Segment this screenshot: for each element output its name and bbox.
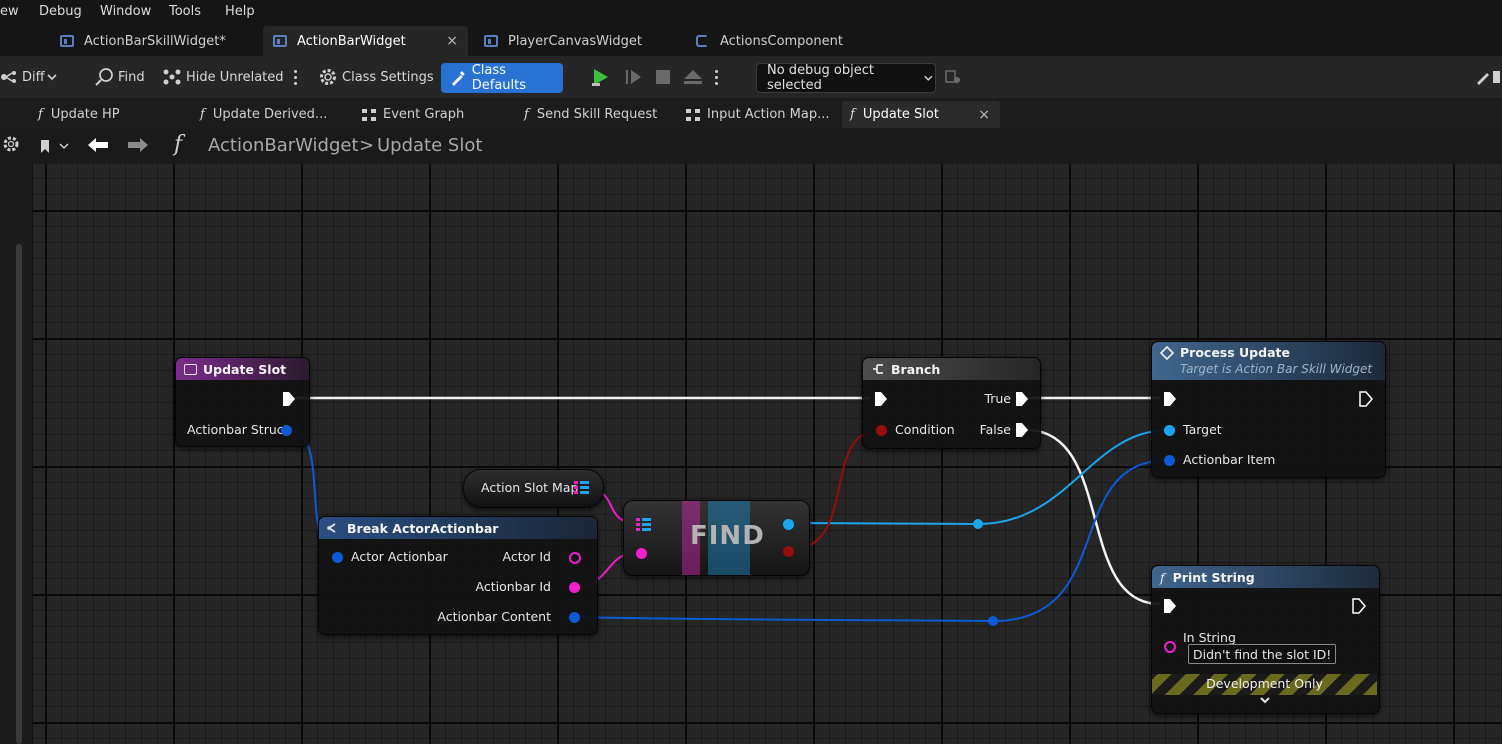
actionbar-item-in-pin[interactable] — [1164, 455, 1175, 466]
development-only-label: Development Only — [1206, 676, 1323, 691]
exec-wire — [1025, 428, 1161, 606]
key-in-pin[interactable] — [636, 548, 647, 559]
pin-label: Target — [1183, 422, 1222, 437]
in-string-pin[interactable] — [1164, 641, 1176, 653]
find-node[interactable]: FIND — [623, 500, 810, 576]
actor-id-out-pin[interactable] — [569, 552, 581, 564]
value-out-pin[interactable] — [783, 519, 794, 530]
chevron-down-icon[interactable] — [1258, 696, 1272, 706]
struct-out-pin[interactable] — [281, 425, 292, 436]
pin-label: Actionbar Item — [1183, 452, 1276, 467]
pin-label: False — [979, 422, 1011, 437]
print-string-node[interactable]: f Print String In String Didn't find the… — [1151, 565, 1380, 714]
exec-false-pin[interactable] — [1015, 422, 1029, 438]
node-subtitle: Target is Action Bar Skill Widget — [1180, 362, 1373, 376]
reroute-knot[interactable] — [973, 519, 983, 529]
pin-label: Actionbar Struct — [187, 422, 289, 437]
break-actoractionbar-node[interactable]: Break ActorActionbar Actor Actionbar Act… — [318, 516, 598, 635]
pin-label: Actor Id — [502, 549, 552, 564]
map-pin-icon[interactable] — [574, 480, 590, 496]
update-slot-entry-node[interactable]: Update Slot Actionbar Struct — [175, 357, 310, 447]
actionbar-content-out-pin[interactable] — [569, 612, 580, 623]
pin-label: True — [984, 391, 1011, 406]
pin-label: Actionbar Content — [437, 609, 551, 624]
exec-out-pin[interactable] — [1359, 391, 1373, 407]
pin-label: Actor Actionbar — [351, 549, 448, 564]
find-label: FIND — [690, 521, 765, 551]
struct-in-pin[interactable] — [332, 552, 343, 563]
node-title: Process Update — [1180, 345, 1290, 360]
exec-out-pin[interactable] — [1352, 598, 1366, 614]
pin-label: Actionbar Id — [475, 579, 551, 594]
branch-icon — [873, 364, 883, 374]
reroute-knot[interactable] — [988, 616, 998, 626]
node-title: Update Slot — [203, 361, 287, 377]
node-header: Break ActorActionbar — [319, 517, 597, 539]
node-header: Update Slot — [176, 358, 309, 380]
target-in-pin[interactable] — [1164, 425, 1175, 436]
function-entry-icon — [184, 363, 197, 375]
actionbar-id-out-pin[interactable] — [569, 582, 580, 593]
break-struct-icon — [327, 523, 336, 533]
found-out-pin[interactable] — [783, 546, 794, 557]
process-update-node[interactable]: Process Update Target is Action Bar Skil… — [1151, 341, 1386, 478]
map-in-pin-icon[interactable] — [636, 517, 652, 533]
variable-label: Action Slot Map — [481, 480, 579, 495]
event-function-icon — [1160, 346, 1174, 360]
node-header: Branch — [863, 358, 1040, 380]
action-slot-map-node[interactable]: Action Slot Map — [463, 469, 604, 508]
exec-in-pin[interactable] — [1163, 391, 1177, 407]
exec-in-pin[interactable] — [874, 391, 888, 407]
condition-in-pin[interactable] — [876, 425, 887, 436]
node-header: f Print String — [1152, 566, 1379, 588]
function-icon: f — [1160, 569, 1165, 585]
in-string-value[interactable]: Didn't find the slot ID! — [1188, 644, 1337, 664]
exec-in-pin[interactable] — [1163, 598, 1177, 614]
pin-label: In String — [1183, 630, 1236, 645]
node-title: Print String — [1172, 569, 1255, 585]
node-title: Branch — [891, 361, 941, 377]
exec-out-pin[interactable] — [282, 391, 296, 407]
node-header: Process Update Target is Action Bar Skil… — [1152, 342, 1385, 380]
exec-true-pin[interactable] — [1015, 391, 1029, 407]
node-title: Break ActorActionbar — [347, 520, 499, 536]
branch-node[interactable]: Branch Condition True False — [862, 357, 1041, 449]
pin-label: Condition — [895, 422, 955, 437]
